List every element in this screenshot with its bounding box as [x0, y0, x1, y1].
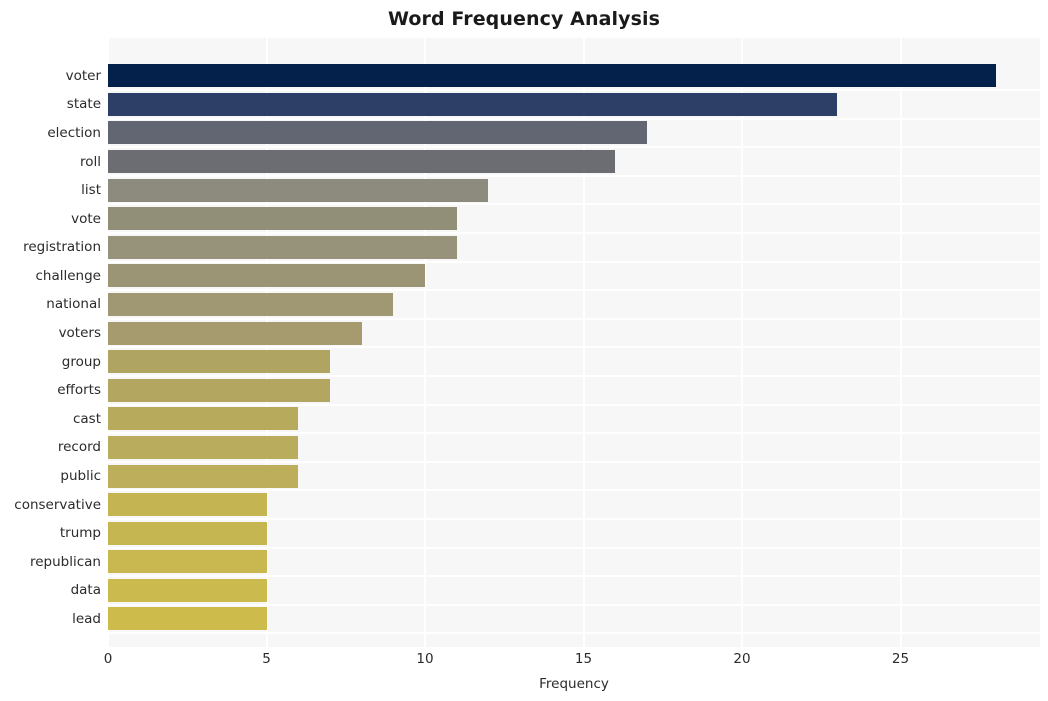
y-axis-tick-label: record	[57, 439, 101, 456]
y-axis-tick-label: challenge	[35, 267, 102, 284]
plot-area	[108, 38, 1040, 647]
gridline-horizontal	[108, 146, 1040, 149]
y-axis-tick-label: national	[46, 296, 101, 313]
y-axis-tick-label: election	[47, 124, 101, 141]
x-axis-tick-label: 0	[103, 651, 113, 667]
gridline-horizontal	[108, 89, 1040, 92]
y-axis-tick-label: republican	[29, 553, 101, 570]
y-axis-tick-label: registration	[23, 239, 101, 256]
bar[interactable]	[108, 493, 267, 517]
gridline-horizontal	[108, 231, 1040, 234]
bar[interactable]	[108, 264, 425, 288]
bar[interactable]	[108, 64, 996, 88]
bar[interactable]	[108, 207, 457, 231]
y-axis-tick-label: public	[60, 468, 101, 485]
bar[interactable]	[108, 435, 299, 459]
gridline-horizontal	[108, 489, 1040, 492]
y-axis-tick-label: efforts	[57, 382, 101, 399]
y-axis-tick-label: group	[61, 353, 101, 370]
gridline-horizontal	[108, 374, 1040, 377]
chart-figure: Word Frequency Analysis voter state electi…	[0, 0, 1048, 701]
y-axis-tick-label: list	[81, 182, 101, 199]
y-axis-tick-label: voter	[65, 67, 101, 84]
bar[interactable]	[108, 150, 616, 173]
gridline-horizontal	[108, 174, 1040, 177]
x-axis-tick-label: 25	[891, 651, 910, 667]
y-axis-tick-label: cast	[72, 410, 101, 427]
gridline-vertical	[741, 38, 743, 647]
gridline-horizontal	[108, 117, 1040, 120]
y-axis-tick-label: conservative	[14, 496, 101, 513]
bar[interactable]	[108, 550, 267, 574]
x-axis-tick-label: 5	[262, 651, 271, 667]
gridline-horizontal	[108, 203, 1040, 206]
gridline-horizontal	[108, 575, 1040, 578]
bar[interactable]	[108, 407, 299, 431]
y-axis-tick-labels: voter state election roll list vote registrati…	[0, 38, 101, 647]
x-axis-tick-label: 10	[416, 651, 434, 667]
y-axis-tick-label: lead	[72, 610, 101, 627]
bar[interactable]	[108, 235, 457, 259]
bar[interactable]	[108, 350, 330, 374]
gridline-horizontal	[108, 460, 1040, 463]
bar[interactable]	[108, 521, 267, 545]
bar[interactable]	[108, 121, 647, 145]
y-axis-tick-label: roll	[79, 153, 101, 170]
y-axis-tick-label: data	[70, 582, 101, 599]
gridline-horizontal	[108, 432, 1040, 435]
bar[interactable]	[108, 292, 394, 316]
chart-title: Word Frequency Analysis	[387, 8, 661, 30]
gridline-horizontal	[108, 289, 1040, 292]
y-axis-tick-label: vote	[71, 210, 101, 227]
x-axis-label: Frequency	[539, 676, 609, 692]
y-axis-tick-label: trump	[59, 525, 101, 542]
bar[interactable]	[108, 607, 267, 631]
gridline-horizontal	[108, 632, 1040, 635]
gridline-horizontal	[108, 346, 1040, 349]
gridline-horizontal	[108, 403, 1040, 406]
gridline-horizontal	[108, 546, 1040, 549]
gridline-horizontal	[108, 603, 1040, 606]
bar[interactable]	[108, 578, 267, 602]
x-axis-tick-label: 15	[574, 651, 593, 667]
bar[interactable]	[108, 178, 489, 202]
bar[interactable]	[108, 464, 299, 488]
bar[interactable]	[108, 378, 330, 402]
bar[interactable]	[108, 92, 838, 116]
gridline-horizontal	[108, 517, 1040, 520]
gridline-horizontal	[108, 260, 1040, 263]
gridline-horizontal	[108, 317, 1040, 320]
x-axis-tick-labels: 0 5 10 15 20 25	[0, 650, 1048, 670]
gridline-vertical	[899, 38, 902, 647]
x-axis-tick-label: 20	[733, 651, 751, 667]
y-axis-tick-label: voters	[58, 325, 101, 342]
y-axis-tick-label: state	[66, 96, 101, 113]
bar[interactable]	[108, 321, 362, 345]
